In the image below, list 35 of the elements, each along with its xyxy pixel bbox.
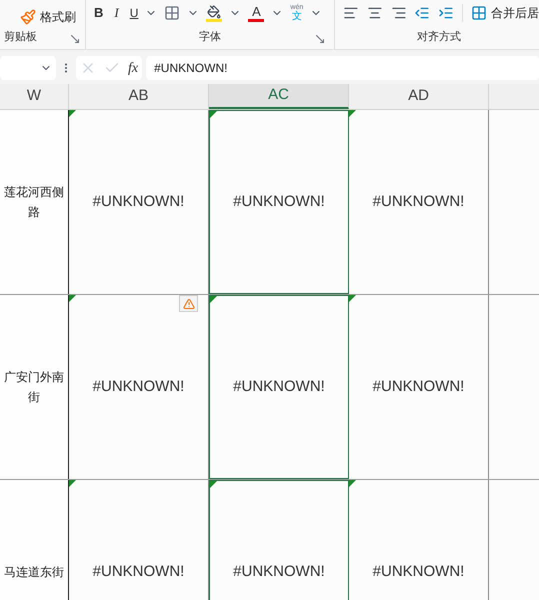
group-label: 对齐方式 (417, 30, 462, 44)
merge-icon (470, 5, 487, 21)
align-center-icon[interactable] (366, 5, 383, 21)
dialog-launcher-icon[interactable] (314, 33, 326, 45)
bold-button[interactable]: B (94, 3, 104, 23)
decrease-indent-icon[interactable] (414, 5, 430, 21)
column-header[interactable]: W (0, 84, 69, 109)
insert-function-button[interactable]: fx (128, 58, 138, 78)
merge-center-button[interactable]: 合并后居 (462, 4, 539, 22)
italic-button[interactable]: I (110, 3, 123, 23)
table-cell[interactable]: #UNKNOWN! (209, 110, 349, 294)
table-cell[interactable]: #UNKNOWN! (349, 480, 489, 600)
fill-color-icon[interactable] (206, 4, 222, 22)
group-label: 字体 (199, 30, 221, 44)
group-label: 剪贴板 (4, 30, 37, 44)
align-right-icon[interactable] (390, 5, 406, 21)
table-cell[interactable]: #UNKNOWN! (69, 480, 209, 600)
format-painter-button[interactable]: 格式刷 (20, 8, 81, 26)
formula-input[interactable]: #UNKNOWN! (146, 56, 539, 80)
table-cell[interactable]: #UNKNOWN! (209, 480, 349, 600)
column-header[interactable]: AC (209, 84, 349, 109)
paintbrush-icon (20, 9, 36, 25)
underline-button[interactable]: U (130, 4, 138, 22)
column-header[interactable]: AD (349, 84, 489, 109)
align-left-icon[interactable] (343, 5, 359, 21)
dialog-launcher-icon[interactable] (69, 33, 81, 45)
table-cell[interactable]: #UNKNOWN! (209, 295, 349, 479)
increase-indent-icon[interactable] (438, 5, 454, 21)
table-cell[interactable]: #UNKNOWN! (349, 295, 489, 479)
table-cell[interactable]: #UNKNOWN! (349, 110, 489, 294)
warning-icon[interactable] (179, 295, 198, 312)
font-color-button[interactable]: A (248, 4, 264, 22)
borders-icon[interactable] (164, 5, 180, 21)
table-cell[interactable]: #UNKNOWN! (69, 110, 209, 294)
table-cell[interactable]: #UNKNOWN! (69, 295, 209, 479)
